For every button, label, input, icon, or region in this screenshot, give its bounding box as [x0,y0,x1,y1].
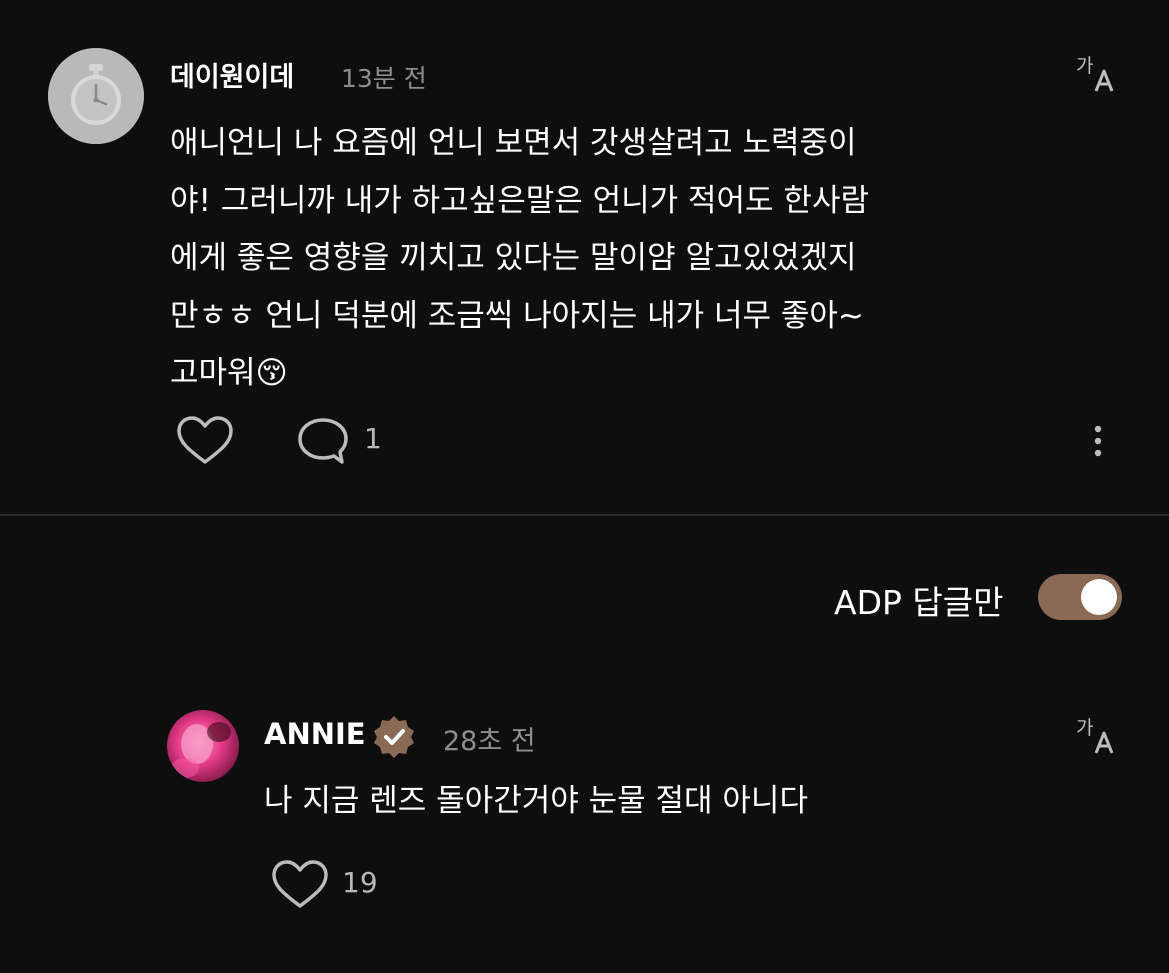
translate-icon[interactable]: 가 [1076,714,1118,756]
comment-text: 애니언니 나 요즘에 언니 보면서 갓생살려고 노력중이 야! 그러니까 내가 … [170,125,869,391]
heart-icon[interactable] [175,414,235,468]
commenter-avatar[interactable] [48,48,144,144]
comment-bubble-icon[interactable] [296,414,352,468]
like-count: 19 [342,866,378,899]
stopwatch-icon [48,48,144,144]
reply-text: 나 지금 렌즈 돌아간거야 눈물 절대 아니다 [264,783,808,819]
translate-icon[interactable]: 가 [1076,52,1118,94]
reply-username[interactable]: ANNIE [264,717,366,751]
artist-replies-toggle[interactable] [1038,574,1122,620]
filter-label: ADP 답글만 [834,583,1004,622]
divider [0,514,1169,516]
reply-count: 1 [364,422,382,455]
more-vertical-icon[interactable] [1083,421,1113,461]
svg-text:가: 가 [1076,717,1093,739]
heart-icon[interactable] [270,858,330,912]
toggle-knob [1081,579,1117,615]
comment-timestamp: 13분 전 [341,64,427,93]
verified-badge-icon [371,714,417,760]
svg-text:가: 가 [1076,55,1093,77]
reply-avatar[interactable] [167,710,239,782]
reply-timestamp: 28초 전 [443,726,536,757]
commenter-username[interactable]: 데이원이데 [170,55,294,94]
